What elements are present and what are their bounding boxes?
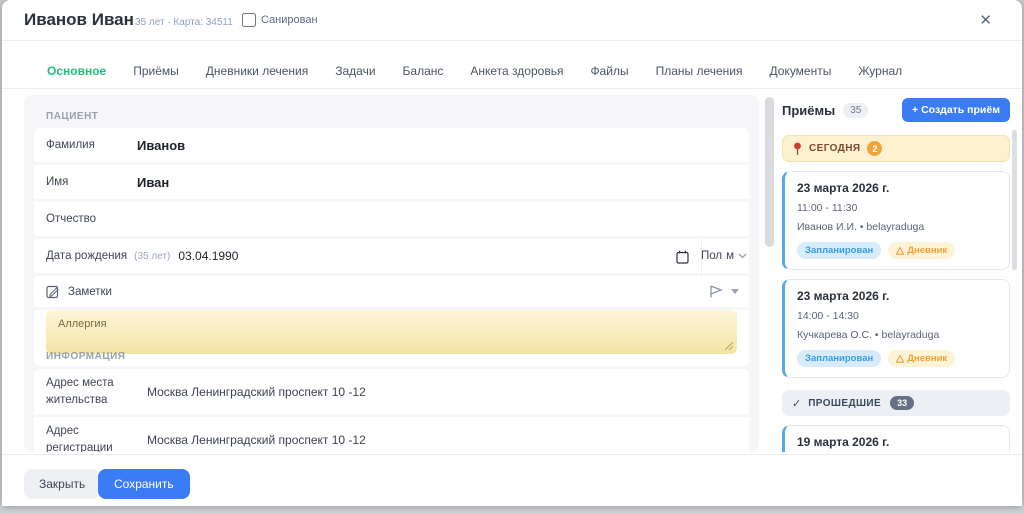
firstname-label: Имя bbox=[46, 176, 137, 188]
lastname-label: Фамилия bbox=[46, 139, 137, 151]
appointment-time: 11:00 - 11:30 bbox=[797, 202, 997, 214]
tab-balans[interactable]: Баланс bbox=[403, 64, 444, 78]
appointment-date: 19 марта 2026 г. bbox=[797, 435, 997, 449]
status-badge: Запланирован bbox=[797, 242, 881, 259]
tab-dnevniki[interactable]: Дневники лечения bbox=[206, 64, 308, 78]
past-count-badge: 33 bbox=[890, 396, 914, 410]
firstname-value[interactable]: Иван bbox=[137, 175, 169, 190]
field-residence-address[interactable]: Адрес места жительства Москва Ленинградс… bbox=[34, 369, 749, 417]
flag-icon[interactable] bbox=[709, 285, 723, 298]
patient-meta: 35 лет · Карта: 34511 bbox=[135, 17, 233, 28]
pin-icon bbox=[793, 142, 802, 156]
notes-area-wrap: Аллергия bbox=[34, 310, 749, 366]
page-title: Иванов Иван bbox=[24, 10, 134, 30]
notes-textarea[interactable]: Аллергия bbox=[46, 310, 737, 354]
field-registration-address[interactable]: Адрес регистрации Москва Ленинградский п… bbox=[34, 417, 749, 452]
appointment-person: Иванов И.И. • belayraduga bbox=[797, 221, 997, 233]
past-section-header[interactable]: ✓ ПРОШЕДШИЕ 33 bbox=[782, 390, 1010, 416]
gender-value: м bbox=[726, 250, 734, 262]
tab-faily[interactable]: Файлы bbox=[590, 64, 628, 78]
birthdate-value[interactable]: 03.04.1990 bbox=[178, 249, 238, 263]
gender-label: Пол bbox=[701, 250, 722, 262]
modal-footer: Закрыть Сохранить bbox=[2, 454, 1022, 506]
tab-osnovnoe[interactable]: Основное bbox=[47, 64, 106, 78]
caret-down-icon[interactable] bbox=[731, 289, 739, 294]
tab-plany[interactable]: Планы лечения bbox=[656, 64, 743, 78]
appointment-date: 23 марта 2026 г. bbox=[797, 181, 997, 195]
sanitized-checkbox[interactable] bbox=[242, 13, 256, 27]
tab-priemy[interactable]: Приёмы bbox=[133, 64, 179, 78]
close-button[interactable]: Закрыть bbox=[24, 469, 100, 499]
sidebar-scrollbar[interactable] bbox=[1012, 130, 1017, 270]
today-label: СЕГОДНЯ bbox=[809, 143, 860, 154]
form-scrollbar[interactable] bbox=[765, 97, 774, 247]
patient-form-panel: ПАЦИЕНТ Фамилия Иванов Имя Иван Отчество… bbox=[24, 95, 759, 452]
save-button[interactable]: Сохранить bbox=[98, 469, 190, 499]
tab-dokumenty[interactable]: Документы bbox=[770, 64, 832, 78]
residence-address-label: Адрес места жительства bbox=[46, 375, 147, 408]
create-appointment-button[interactable]: + Создать приём bbox=[902, 98, 1010, 122]
tab-zadachi[interactable]: Задачи bbox=[335, 64, 375, 78]
appointment-card[interactable]: 23 марта 2026 г. 14:00 - 14:30 Кучкарева… bbox=[782, 279, 1010, 378]
notes-label: Заметки bbox=[68, 286, 112, 298]
section-title-info: ИНФОРМАЦИЯ bbox=[46, 351, 126, 362]
appointment-date: 23 марта 2026 г. bbox=[797, 289, 997, 303]
modal-header: Иванов Иван 35 лет · Карта: 34511 Саниро… bbox=[2, 0, 1022, 41]
patient-modal: Иванов Иван 35 лет · Карта: 34511 Саниро… bbox=[2, 0, 1022, 506]
gender-select[interactable]: Пол м bbox=[701, 250, 747, 262]
field-middlename[interactable]: Отчество bbox=[34, 202, 749, 239]
age-hint: (35 лет) bbox=[134, 251, 170, 262]
middlename-label: Отчество bbox=[46, 213, 137, 225]
tab-bar: Основное Приёмы Дневники лечения Задачи … bbox=[47, 54, 1012, 88]
appointment-person: Кучкарева О.С. • belayraduga bbox=[797, 329, 997, 341]
close-icon[interactable]: ✕ bbox=[979, 11, 992, 29]
past-label: ПРОШЕДШИЕ bbox=[808, 398, 881, 409]
chevron-down-icon bbox=[738, 253, 747, 259]
appointments-header: Приёмы 35 + Создать приём bbox=[782, 95, 1010, 125]
birthdate-label: Дата рождения bbox=[46, 250, 127, 262]
tabs-divider bbox=[2, 88, 1022, 89]
check-icon: ✓ bbox=[792, 397, 801, 410]
appointments-title: Приёмы bbox=[782, 103, 835, 118]
section-title-patient: ПАЦИЕНТ bbox=[46, 111, 98, 122]
appointments-count-badge: 35 bbox=[843, 103, 868, 118]
field-birthdate[interactable]: Дата рождения (35 лет) 03.04.1990 Пол м bbox=[34, 239, 749, 276]
diary-badge[interactable]: Дневник bbox=[888, 350, 955, 367]
sanitized-checkbox-row[interactable]: Санирован bbox=[242, 13, 318, 27]
tab-anketa[interactable]: Анкета здоровья bbox=[470, 64, 563, 78]
field-lastname[interactable]: Фамилия Иванов bbox=[34, 128, 749, 165]
today-section-header[interactable]: СЕГОДНЯ 2 bbox=[782, 135, 1010, 162]
status-badge: Запланирован bbox=[797, 350, 881, 367]
diary-badge[interactable]: Дневник bbox=[888, 242, 955, 259]
today-count-badge: 2 bbox=[867, 141, 882, 156]
warning-icon bbox=[896, 355, 904, 363]
sanitized-label: Санирован bbox=[261, 14, 318, 26]
patient-card: Фамилия Иванов Имя Иван Отчество Дата ро… bbox=[34, 128, 749, 366]
info-card: Адрес места жительства Москва Ленинградс… bbox=[34, 369, 749, 452]
residence-address-value[interactable]: Москва Ленинградский проспект 10 -12 bbox=[147, 385, 366, 399]
appointment-card[interactable]: 19 марта 2026 г. 11:00 - 12:30 Иванов И.… bbox=[782, 425, 1010, 452]
warning-icon bbox=[896, 247, 904, 255]
registration-address-label: Адрес регистрации bbox=[46, 423, 147, 452]
notes-header-row[interactable]: Заметки bbox=[34, 276, 749, 310]
field-firstname[interactable]: Имя Иван bbox=[34, 165, 749, 202]
registration-address-value[interactable]: Москва Ленинградский проспект 10 -12 bbox=[147, 433, 366, 447]
calendar-icon[interactable] bbox=[676, 250, 689, 264]
appointment-time: 14:00 - 14:30 bbox=[797, 310, 997, 322]
appointment-card[interactable]: 23 марта 2026 г. 11:00 - 11:30 Иванов И.… bbox=[782, 171, 1010, 270]
lastname-value[interactable]: Иванов bbox=[137, 138, 185, 153]
note-icon bbox=[46, 285, 60, 299]
appointments-sidebar: Приёмы 35 + Создать приём СЕГОДНЯ 2 23 м… bbox=[782, 95, 1010, 452]
tab-zhurnal[interactable]: Журнал bbox=[858, 64, 902, 78]
